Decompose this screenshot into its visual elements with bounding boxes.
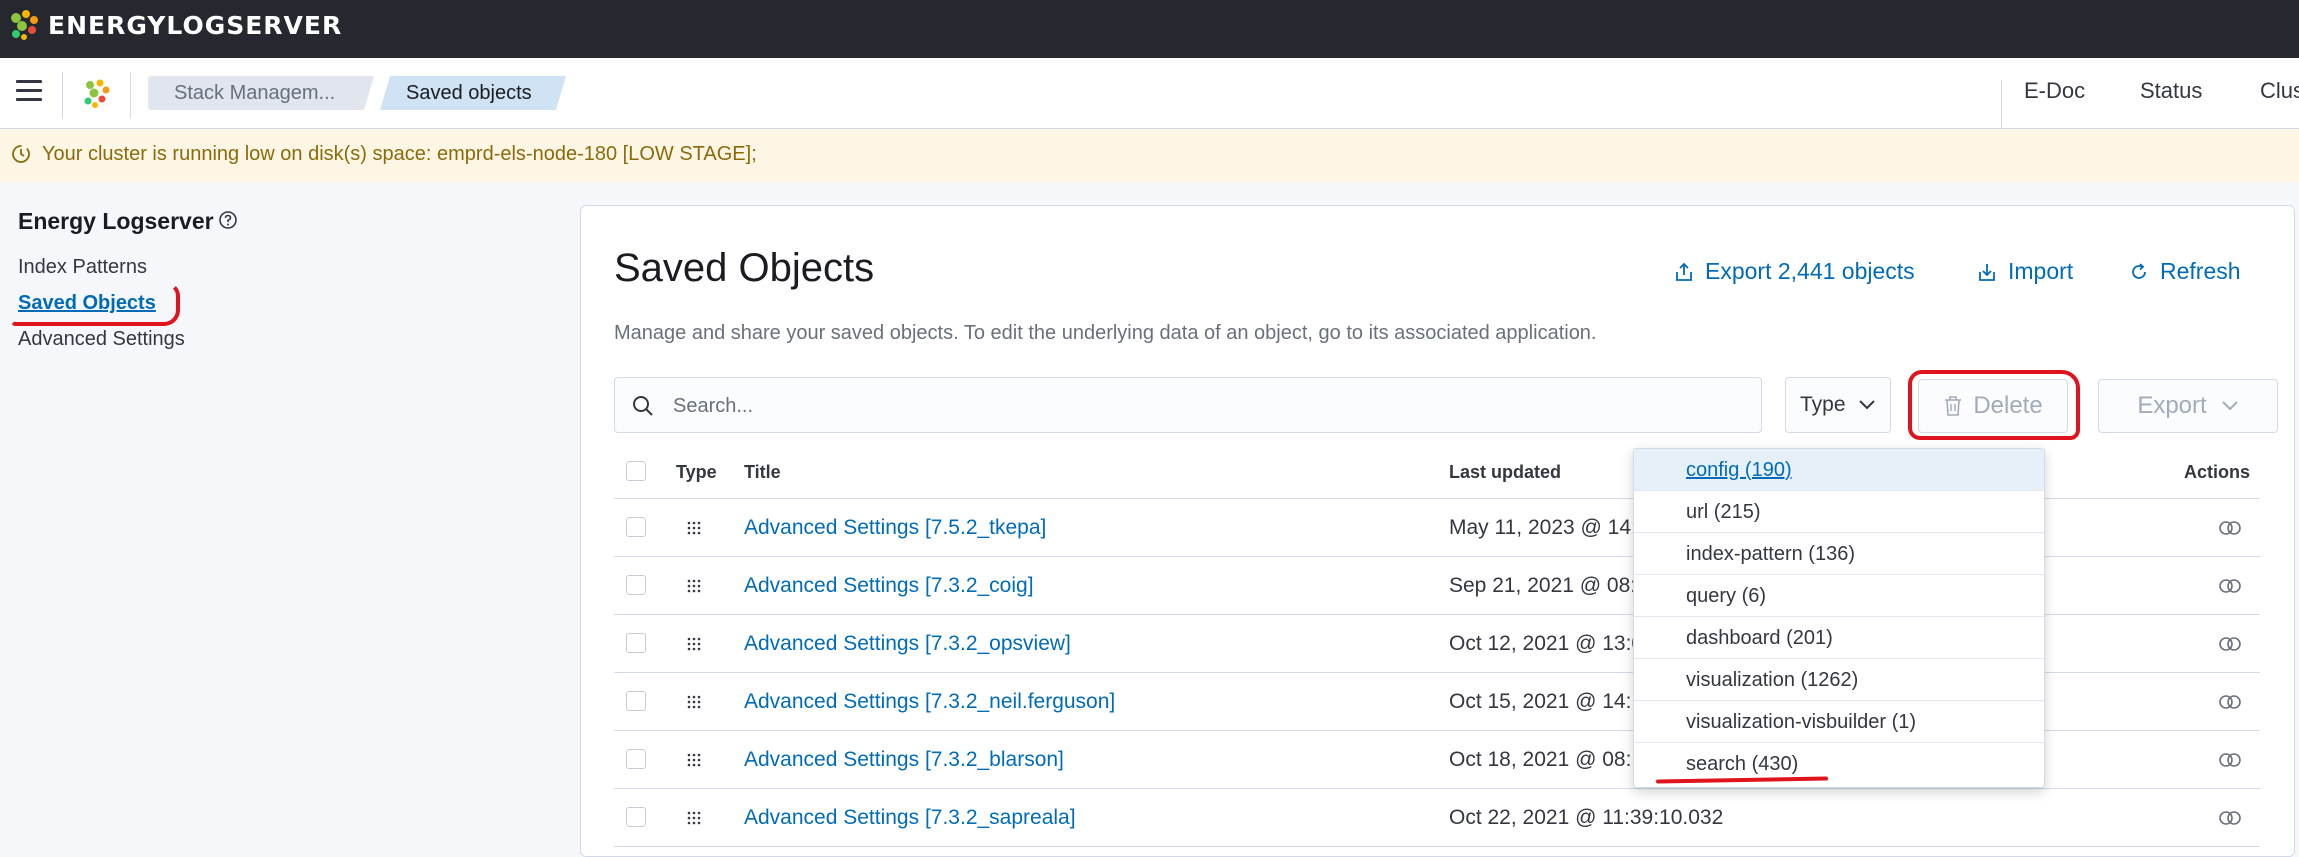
chevron-down-icon bbox=[1858, 400, 1875, 410]
export-label: Export bbox=[2137, 392, 2207, 419]
row-checkbox[interactable] bbox=[626, 575, 646, 595]
row-last-updated: Sep 21, 2021 @ 08: bbox=[1449, 574, 1637, 597]
search-icon bbox=[633, 396, 653, 416]
energy-logo-icon bbox=[11, 10, 38, 40]
row-title-link[interactable]: Advanced Settings [7.3.2_opsview] bbox=[744, 632, 1071, 656]
breadcrumb-stack-management[interactable]: Stack Managem... bbox=[148, 76, 374, 110]
row-title-link[interactable]: Advanced Settings [7.3.2_blarson] bbox=[744, 748, 1064, 772]
relationships-icon[interactable] bbox=[2218, 694, 2242, 710]
help-icon[interactable] bbox=[218, 210, 238, 230]
export-all-label: Export 2,441 objects bbox=[1705, 258, 1915, 284]
column-header-title[interactable]: Title bbox=[744, 462, 781, 483]
grid-dots-icon bbox=[687, 811, 701, 825]
header-link-status[interactable]: Status bbox=[2140, 78, 2202, 104]
column-header-last-updated[interactable]: Last updated bbox=[1449, 462, 1561, 483]
refresh-icon bbox=[2132, 262, 2146, 279]
top-bar: ENERGYLOGSERVER bbox=[0, 0, 2299, 58]
type-option-url[interactable]: url (215) bbox=[1634, 491, 2044, 533]
app-header: Stack Managem... Saved objects E-Doc Sta… bbox=[0, 58, 2299, 129]
header-divider bbox=[130, 72, 131, 118]
type-option-config[interactable]: config (190) bbox=[1634, 449, 2044, 491]
relationships-icon[interactable] bbox=[2218, 752, 2242, 768]
row-last-updated: Oct 22, 2021 @ 11:39:10.032 bbox=[1449, 806, 1724, 829]
grid-dots-icon bbox=[687, 753, 701, 767]
brand-name: ENERGYLOGSERVER bbox=[48, 10, 343, 40]
import-button[interactable]: Import bbox=[1976, 258, 2073, 285]
grid-dots-icon bbox=[687, 637, 701, 651]
type-filter-dropdown: config (190) url (215) index-pattern (13… bbox=[1633, 448, 2045, 788]
menu-icon[interactable] bbox=[16, 80, 42, 104]
page-title: Saved Objects bbox=[614, 246, 875, 290]
search-box bbox=[614, 377, 1762, 433]
header-divider bbox=[62, 72, 63, 118]
grid-dots-icon bbox=[687, 521, 701, 535]
row-title-link[interactable]: Advanced Settings [7.5.2_tkepa] bbox=[744, 516, 1046, 540]
row-last-updated: May 11, 2023 @ 14: bbox=[1449, 516, 1637, 539]
relationships-icon[interactable] bbox=[2218, 636, 2242, 652]
row-checkbox[interactable] bbox=[626, 633, 646, 653]
page-description: Manage and share your saved objects. To … bbox=[614, 322, 1597, 344]
type-option-visualization[interactable]: visualization (1262) bbox=[1634, 659, 2044, 701]
row-title-link[interactable]: Advanced Settings [7.3.2_sapreala] bbox=[744, 806, 1076, 830]
clock-warning-icon bbox=[12, 145, 30, 163]
table-row: Advanced Settings [7.3.2_sapreala] Oct 2… bbox=[614, 788, 2260, 847]
import-icon bbox=[1979, 263, 1995, 281]
trash-icon bbox=[1945, 396, 1962, 416]
header-link-cluster[interactable]: Clus bbox=[2260, 78, 2299, 104]
grid-dots-icon bbox=[687, 695, 701, 709]
export-all-button[interactable]: Export 2,441 objects bbox=[1673, 258, 1915, 285]
callout-text: Your cluster is running low on disk(s) s… bbox=[42, 143, 757, 165]
column-header-actions: Actions bbox=[2184, 462, 2251, 482]
row-checkbox[interactable] bbox=[626, 807, 646, 827]
breadcrumb-saved-objects[interactable]: Saved objects bbox=[380, 76, 566, 110]
sidebar-title: Energy Logserver bbox=[18, 208, 214, 234]
column-header-type[interactable]: Type bbox=[676, 462, 717, 483]
row-checkbox[interactable] bbox=[626, 517, 646, 537]
type-option-index-pattern[interactable]: index-pattern (136) bbox=[1634, 533, 2044, 575]
row-title-link[interactable]: Advanced Settings [7.3.2_neil.ferguson] bbox=[744, 690, 1115, 714]
export-selected-button[interactable]: Export bbox=[2098, 379, 2278, 433]
app-logo-icon[interactable] bbox=[80, 77, 114, 116]
sidebar-item-advanced-settings[interactable]: Advanced Settings bbox=[18, 328, 185, 351]
header-divider bbox=[2001, 80, 2002, 128]
brand-logo: ENERGYLOGSERVER bbox=[8, 8, 342, 42]
delete-button[interactable]: Delete bbox=[1918, 379, 2068, 433]
row-checkbox[interactable] bbox=[626, 749, 646, 769]
row-title-link[interactable]: Advanced Settings [7.3.2_coig] bbox=[744, 574, 1034, 598]
header-link-edoc[interactable]: E-Doc bbox=[2024, 78, 2085, 104]
sidebar-item-saved-objects[interactable]: Saved Objects bbox=[18, 292, 156, 315]
row-last-updated: Oct 15, 2021 @ 14:1 bbox=[1449, 690, 1644, 713]
type-filter-label: Type bbox=[1800, 393, 1846, 416]
type-option-query[interactable]: query (6) bbox=[1634, 575, 2044, 617]
select-all-checkbox[interactable] bbox=[626, 461, 646, 481]
search-input[interactable] bbox=[671, 388, 1755, 424]
type-option-visualization-visbuilder[interactable]: visualization-visbuilder (1) bbox=[1634, 701, 2044, 743]
relationships-icon[interactable] bbox=[2218, 520, 2242, 536]
export-icon bbox=[1676, 262, 1692, 281]
import-label: Import bbox=[2008, 258, 2074, 284]
type-option-dashboard[interactable]: dashboard (201) bbox=[1634, 617, 2044, 659]
disk-warning-callout: Your cluster is running low on disk(s) s… bbox=[0, 129, 2299, 182]
row-last-updated: Oct 12, 2021 @ 13:0 bbox=[1449, 632, 1644, 655]
type-filter-button[interactable]: Type bbox=[1785, 377, 1891, 433]
grid-dots-icon bbox=[687, 579, 701, 593]
relationships-icon[interactable] bbox=[2218, 578, 2242, 594]
relationships-icon[interactable] bbox=[2218, 810, 2242, 826]
refresh-label: Refresh bbox=[2160, 258, 2241, 284]
sidebar-item-index-patterns[interactable]: Index Patterns bbox=[18, 256, 147, 279]
refresh-button[interactable]: Refresh bbox=[2128, 258, 2241, 285]
row-checkbox[interactable] bbox=[626, 691, 646, 711]
row-last-updated: Oct 18, 2021 @ 08:1 bbox=[1449, 748, 1644, 771]
delete-label: Delete bbox=[1973, 392, 2043, 419]
chevron-down-icon bbox=[2221, 401, 2238, 411]
